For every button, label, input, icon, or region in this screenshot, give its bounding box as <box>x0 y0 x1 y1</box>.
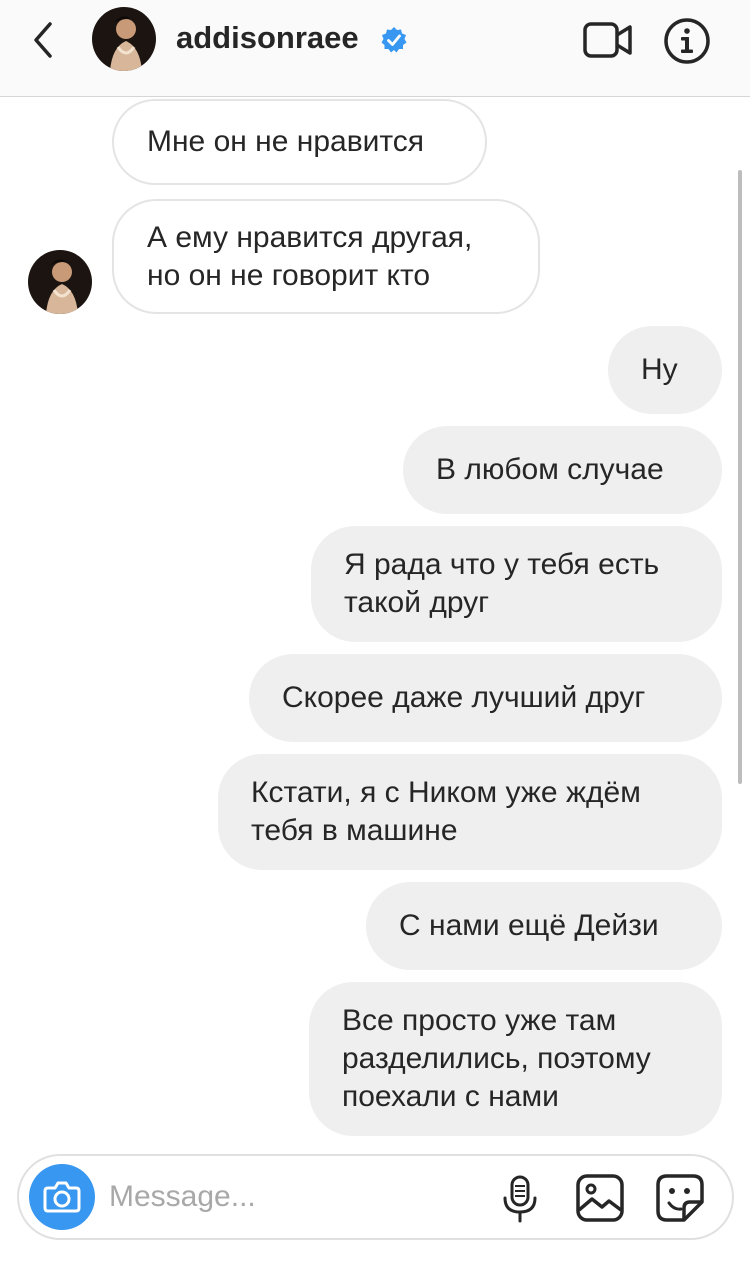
message-line: Ну <box>641 353 678 386</box>
info-button[interactable] <box>662 16 712 66</box>
info-icon <box>664 18 710 64</box>
message-line: поехали с нами <box>342 1080 559 1113</box>
message-line: С нами ещё Дейзи <box>399 909 659 942</box>
video-call-button[interactable] <box>582 20 634 60</box>
microphone-button[interactable] <box>499 1174 541 1224</box>
sender-avatar[interactable] <box>28 250 92 314</box>
message-bubble[interactable]: Я рада что у тебя есть такой друг <box>311 526 722 642</box>
chat-username[interactable]: addisonraee <box>176 20 359 56</box>
message-line: Я рада что у тебя есть <box>344 548 660 581</box>
verified-badge-icon <box>381 27 407 53</box>
back-button[interactable] <box>28 20 64 60</box>
message-line: Мне он не нравится <box>147 125 425 158</box>
microphone-icon <box>503 1175 537 1223</box>
message-bubble[interactable]: Кстати, я с Ником уже ждём тебя в машине <box>218 754 722 870</box>
message-bubble[interactable]: А ему нравится другая, но он не говорит … <box>112 199 540 314</box>
message-bubble[interactable]: С нами ещё Дейзи <box>366 882 722 970</box>
back-chevron-icon <box>34 22 52 58</box>
sticker-button[interactable] <box>654 1172 706 1224</box>
message-line: Кстати, я с Ником уже ждём <box>251 776 641 809</box>
message-line: Скорее даже лучший друг <box>282 681 646 714</box>
message-bubble[interactable]: Мне он не нравится <box>112 99 487 185</box>
message-input[interactable] <box>109 1176 469 1218</box>
chat-header: addisonraee <box>0 0 750 97</box>
camera-button[interactable] <box>29 1164 95 1230</box>
message-line: тебя в машине <box>251 814 458 847</box>
camera-icon <box>43 1181 81 1213</box>
message-line: но он не говорит кто <box>147 258 431 292</box>
gallery-icon <box>576 1174 624 1222</box>
message-bubble[interactable]: Ну <box>608 326 722 414</box>
message-composer <box>17 1154 734 1240</box>
header-avatar[interactable] <box>92 7 156 71</box>
message-line: В любом случае <box>436 453 664 486</box>
gallery-button[interactable] <box>574 1172 626 1224</box>
message-line: разделились, поэтому <box>342 1042 651 1075</box>
message-bubble[interactable]: Все просто уже там разделились, поэтому … <box>309 982 722 1136</box>
message-line: А ему нравится другая, <box>147 220 473 254</box>
message-line: Все просто уже там <box>342 1004 617 1037</box>
message-bubble[interactable]: В любом случае <box>403 426 722 514</box>
sticker-icon <box>656 1174 704 1222</box>
scrollbar[interactable] <box>738 170 742 784</box>
video-call-icon <box>583 22 632 58</box>
message-line: такой друг <box>344 586 490 619</box>
message-bubble[interactable]: Скорее даже лучший друг <box>249 654 722 742</box>
